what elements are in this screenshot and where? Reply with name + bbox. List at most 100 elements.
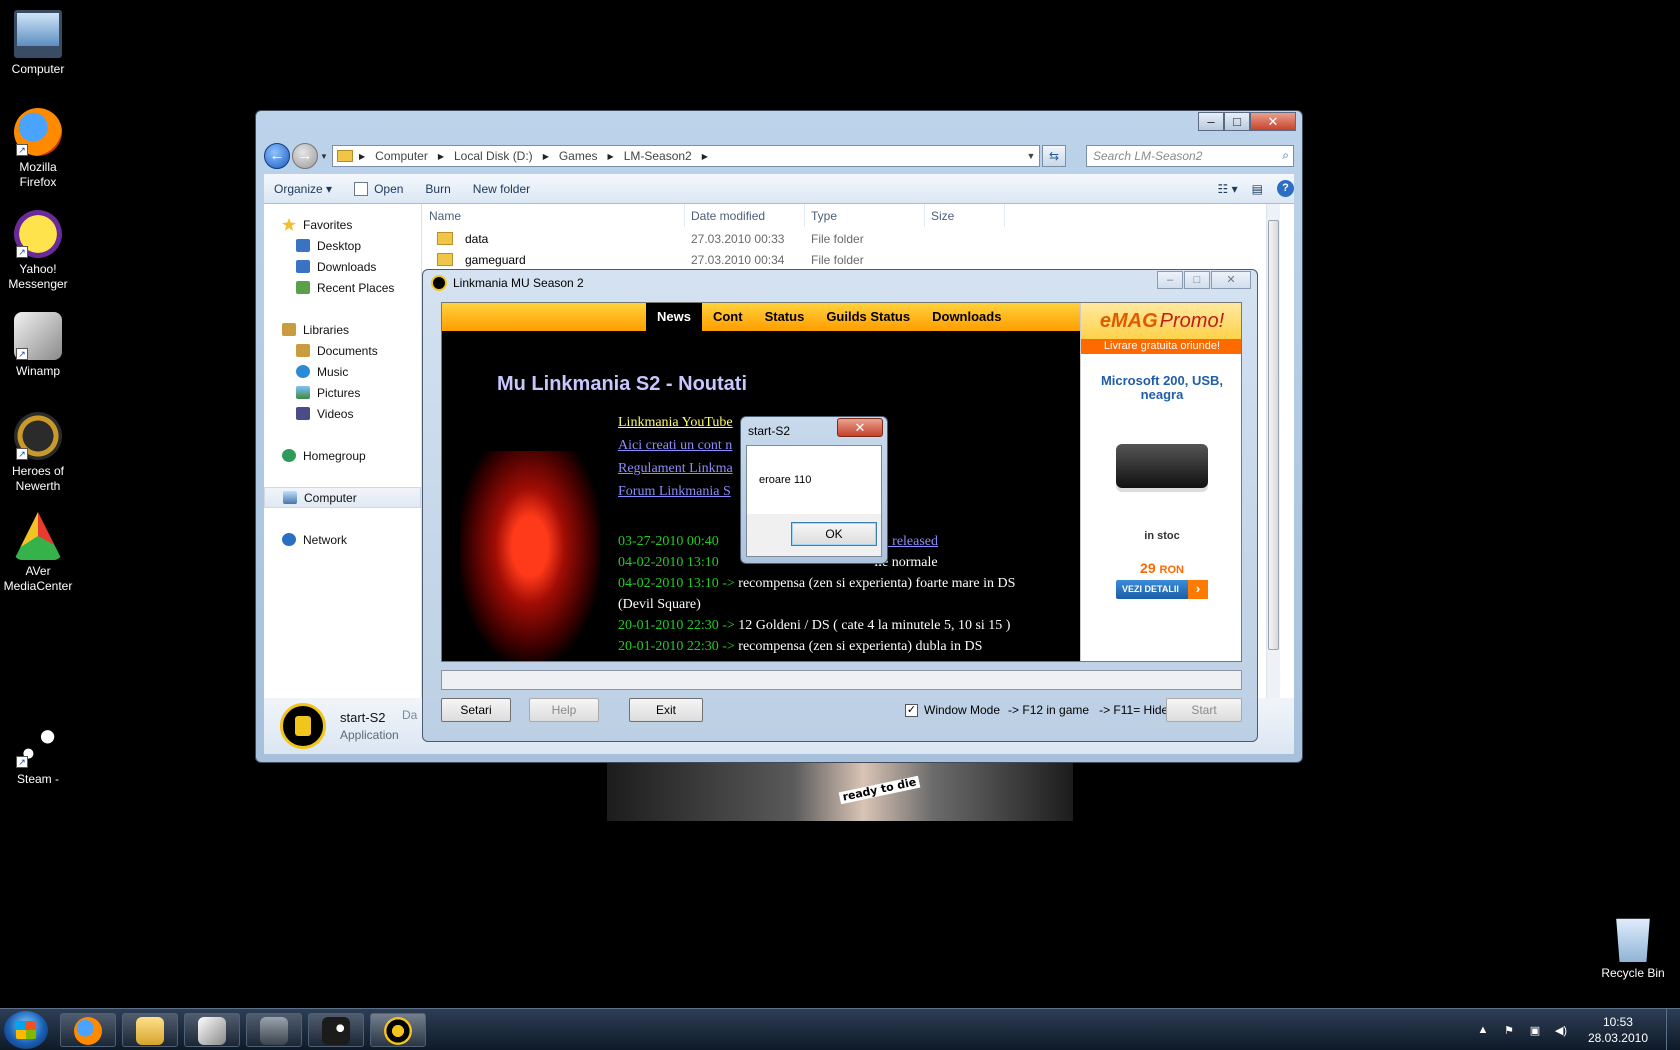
maximize-button[interactable]: □ [1184,271,1210,289]
taskbar-firefox[interactable] [60,1013,116,1047]
nav-pictures[interactable]: Pictures [264,382,421,403]
minimize-button[interactable]: – [1157,271,1183,289]
folder-icon [136,1017,164,1045]
nav-favorites[interactable]: Favorites [264,214,421,235]
open-button[interactable]: Open [354,181,403,196]
breadcrumb-lm-season2[interactable]: LM-Season2 [624,149,692,163]
column-size[interactable]: Size [925,204,1005,227]
nav-status[interactable]: Status [754,303,816,331]
address-bar[interactable]: ▶ Computer ▶ Local Disk (D:) ▶ Games ▶ L… [332,145,1040,167]
link-youtube[interactable]: Linkmania YouTube [618,411,733,434]
link-forum[interactable]: Forum Linkmania S [618,480,733,503]
vertical-scrollbar[interactable] [1266,204,1280,698]
start-s2-app-icon [384,1017,412,1045]
taskbar-explorer[interactable] [122,1013,178,1047]
nav-videos[interactable]: Videos [264,403,421,424]
nav-downloads[interactable]: Downloads [264,256,421,277]
counter-strike-icon [260,1017,288,1045]
action-center-flag-icon[interactable]: ⚑ [1502,1024,1516,1037]
nav-desktop[interactable]: Desktop [264,235,421,256]
preview-pane-icon[interactable]: ▤ [1252,182,1263,196]
help-icon[interactable]: ? [1277,180,1294,197]
nav-cont[interactable]: Cont [702,303,754,331]
nav-computer[interactable]: Computer [264,487,421,508]
volume-icon[interactable]: ◀) [1554,1024,1568,1037]
command-bar: Organize ▾ Open Burn New folder ☷ ▾ ▤ ? [264,174,1294,204]
table-row[interactable]: data 27.03.2010 00:33 File folder [423,228,1280,249]
taskbar-steam[interactable] [308,1013,364,1047]
nav-music[interactable]: Music [264,361,421,382]
news-item: 20-01-2010 22:30 -> 12 Goldeni / DS ( ca… [618,618,1011,633]
link-create-account[interactable]: Aici creati un cont n [618,434,733,457]
nav-guilds-status[interactable]: Guilds Status [815,303,921,331]
start-button[interactable] [4,1011,48,1049]
dialog-title: start-S2 [748,424,791,438]
desktop-icon-winamp[interactable]: ↗ Winamp [0,312,78,379]
open-icon [354,181,369,196]
column-type[interactable]: Type [805,204,925,227]
ad-details-button[interactable]: VEZI DETALII [1116,580,1208,599]
computer-icon [283,491,297,504]
new-folder-button[interactable]: New folder [473,182,530,196]
emag-ad-banner[interactable]: eMAG Promo! Livrare gratuita oriunde! Mic… [1080,303,1241,661]
nav-libraries[interactable]: Libraries [264,319,421,340]
error-dialog[interactable]: start-S2 ✕ eroare 110 OK [740,416,888,564]
wallpaper-image: ready to die [607,758,1073,821]
desktop-icon-recycle-bin[interactable]: Recycle Bin [1593,914,1673,981]
search-input[interactable]: Search LM-Season2 ⌕ [1086,145,1294,167]
ok-button[interactable]: OK [791,522,877,546]
nav-network[interactable]: Network [264,529,421,550]
maximize-button[interactable]: □ [1224,112,1250,131]
setari-button[interactable]: Setari [441,698,511,722]
breadcrumb-games[interactable]: Games [559,149,598,163]
nav-downloads[interactable]: Downloads [921,303,1012,331]
scrollbar-thumb[interactable] [1268,220,1279,650]
taskbar-start-s2[interactable] [370,1013,426,1047]
close-button[interactable]: ✕ [1211,271,1251,289]
desktop-icon-hon[interactable]: ↗ Heroes of Newerth [0,412,78,494]
refresh-button[interactable]: ⇆ [1042,145,1066,167]
exit-button[interactable]: Exit [629,698,703,722]
address-dropdown[interactable]: ▼ [1023,151,1039,161]
desktop-icon-yahoo-messenger[interactable]: ↗ Yahoo! Messenger [0,210,78,292]
launcher-app-icon [431,275,447,291]
minimize-button[interactable]: – [1198,112,1224,131]
ad-price: 29 RON [1140,560,1184,576]
breadcrumb-local-disk[interactable]: Local Disk (D:) [454,149,533,163]
taskbar-counter-strike[interactable] [246,1013,302,1047]
recent-pages-dropdown[interactable]: ▼ [320,152,332,161]
taskbar-winamp[interactable] [184,1013,240,1047]
clock[interactable]: 10:53 28.03.2010 [1588,1014,1648,1046]
show-desktop-button[interactable] [1666,1009,1680,1050]
desktop-icon-steam[interactable]: ↗ Steam - [0,720,78,787]
breadcrumb-computer[interactable]: Computer [375,149,428,163]
organize-button[interactable]: Organize ▾ [274,182,332,196]
help-button[interactable]: Help [529,698,599,722]
pictures-icon [296,386,310,399]
start-button[interactable]: Start [1166,698,1242,722]
folder-icon [437,253,453,266]
close-button[interactable]: ✕ [1250,112,1296,131]
libraries-icon [282,323,296,336]
link-rules[interactable]: Regulament Linkma [618,457,733,480]
window-mode-checkbox[interactable]: ✓ [905,703,918,717]
column-name[interactable]: Name [423,204,685,227]
burn-button[interactable]: Burn [425,182,450,196]
back-button[interactable]: ← [264,143,290,169]
show-hidden-icons[interactable]: ▲ [1476,1024,1490,1036]
desktop-icon-computer[interactable]: Computer [0,10,78,77]
nav-recent-places[interactable]: Recent Places [264,277,421,298]
nav-documents[interactable]: Documents [264,340,421,361]
forward-button[interactable]: → [292,143,318,169]
network-icon[interactable]: ▣ [1528,1024,1542,1037]
desktop-icon-aver[interactable]: AVer MediaCenter [0,512,78,594]
wallpaper-text: ready to die [838,775,921,805]
desktop-icon-firefox[interactable]: ↗ Mozilla Firefox [0,108,78,190]
table-row[interactable]: gameguard 27.03.2010 00:34 File folder [423,249,1280,270]
column-date-modified[interactable]: Date modified [685,204,805,227]
dialog-close-button[interactable]: ✕ [837,418,883,437]
nav-homegroup[interactable]: Homegroup [264,445,421,466]
view-options-icon[interactable]: ☷ ▾ [1218,182,1238,196]
nav-news[interactable]: News [646,303,702,331]
keyboard-image [1116,444,1208,488]
